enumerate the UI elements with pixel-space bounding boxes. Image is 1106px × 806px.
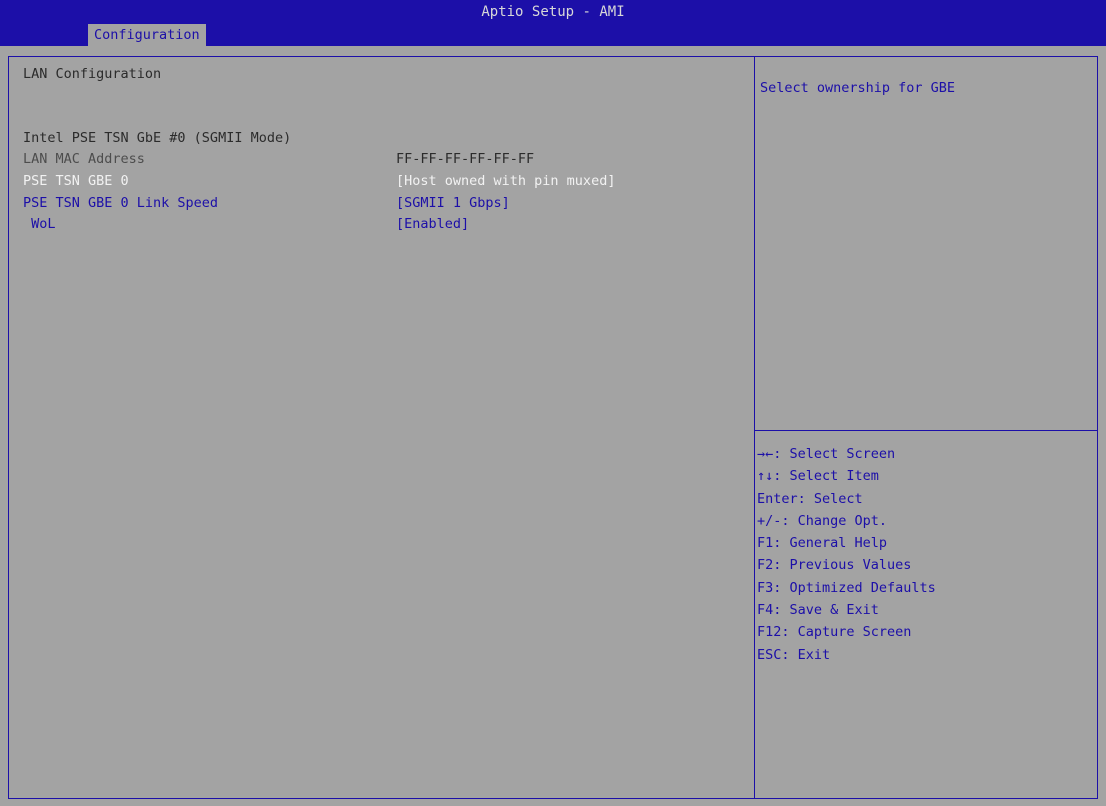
tab-configuration[interactable]: Configuration [88, 24, 206, 46]
key-hint-save-exit: F4: Save & Exit [757, 602, 879, 619]
key-hint-optimized-defaults: F3: Optimized Defaults [757, 579, 936, 596]
panel-divider-horizontal [755, 430, 1097, 431]
key-hint-capture-screen: F12: Capture Screen [757, 624, 912, 641]
key-hint-general-help: F1: General Help [757, 535, 888, 552]
key-hint-exit: ESC: Exit [757, 646, 831, 663]
setting-value-pse-tsn-gbe-0[interactable]: [Host owned with pin muxed] [396, 173, 615, 189]
main-frame [8, 56, 1098, 799]
title-bar: Aptio Setup - AMI Configuration [0, 0, 1106, 46]
setting-label-link-speed[interactable]: PSE TSN GBE 0 Link Speed [23, 195, 218, 211]
setting-label-wol[interactable]: WoL [23, 216, 55, 232]
key-hint-enter: Enter: Select [757, 490, 863, 507]
setting-label-pse-tsn-gbe-0[interactable]: PSE TSN GBE 0 [23, 173, 129, 189]
page-title: LAN Configuration [23, 66, 162, 82]
setting-label-mac-address: LAN MAC Address [23, 151, 145, 167]
setting-value-link-speed[interactable]: [SGMII 1 Gbps] [396, 195, 510, 211]
app-title: Aptio Setup - AMI [481, 4, 625, 20]
key-hint-previous-values: F2: Previous Values [757, 557, 912, 574]
help-description: Select ownership for GBE [760, 80, 956, 96]
key-hint-select-item: ↑↓: Select Item [757, 468, 879, 485]
setting-value-mac-address: FF-FF-FF-FF-FF-FF [396, 151, 535, 167]
setting-value-wol[interactable]: [Enabled] [396, 216, 469, 232]
key-legend: →←: Select Screen ↑↓: Select Item Enter:… [757, 443, 936, 666]
panel-divider-vertical [754, 57, 755, 798]
section-title: Intel PSE TSN GbE #0 (SGMII Mode) [23, 130, 292, 146]
key-hint-select-screen: →←: Select Screen [757, 446, 896, 462]
key-hint-change-opt: +/-: Change Opt. [757, 512, 888, 529]
